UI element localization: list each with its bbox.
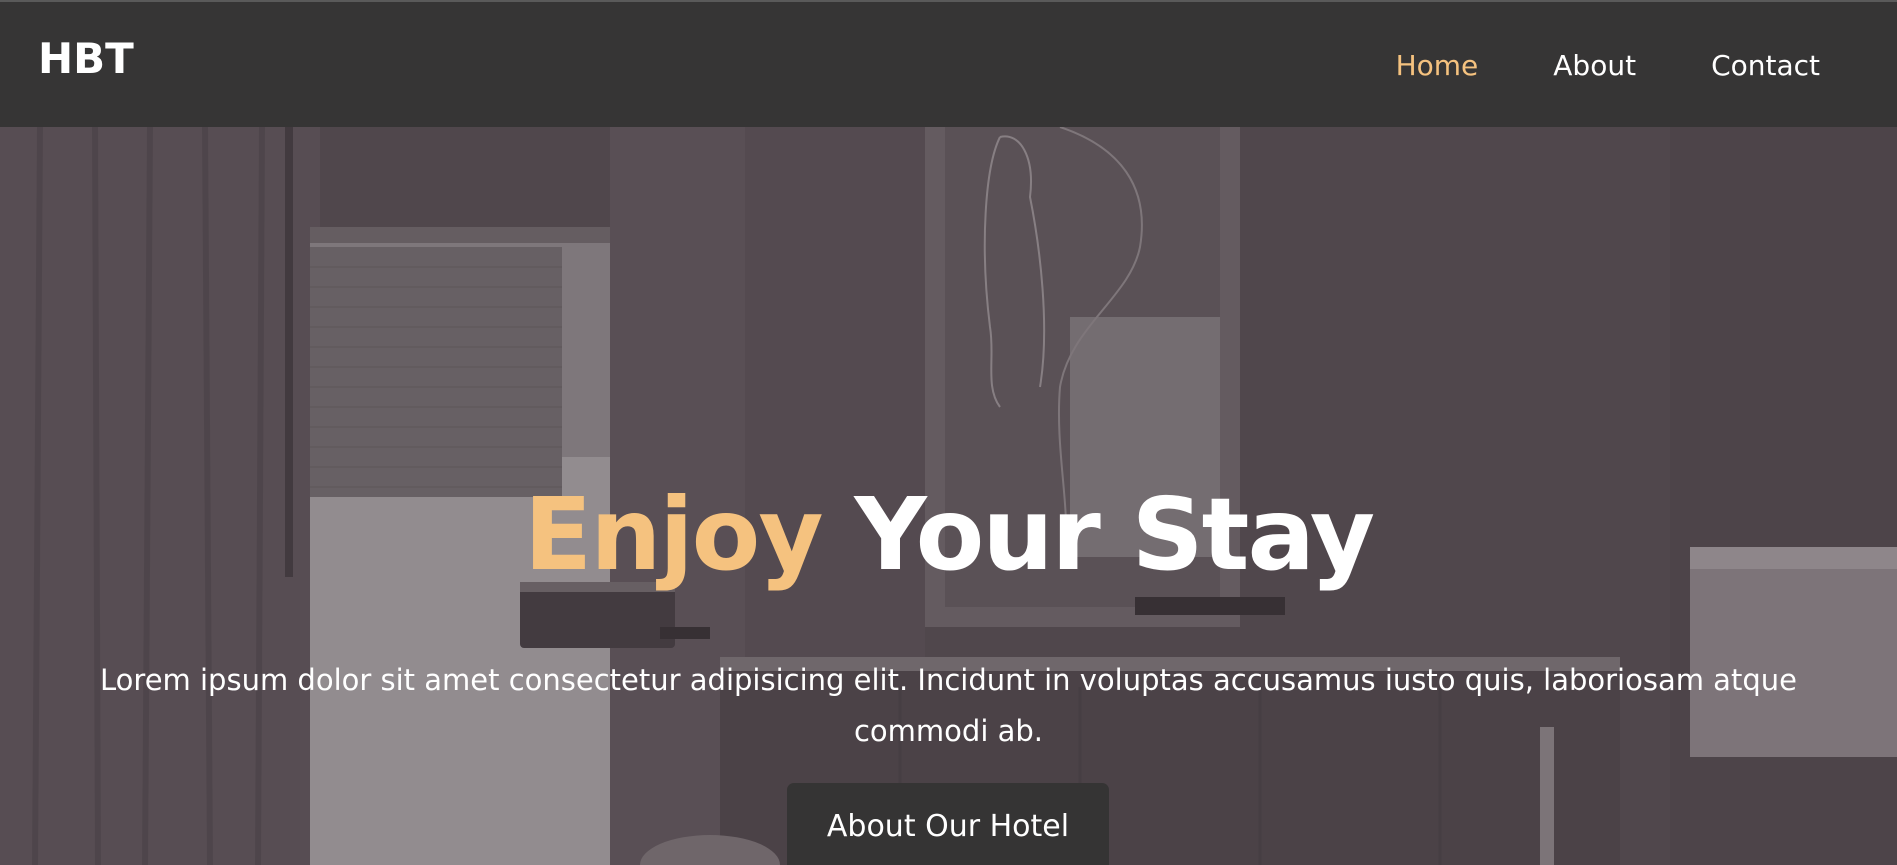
brand-logo[interactable]: HBT	[38, 32, 134, 86]
hero-title-accent: Enjoy	[523, 476, 824, 593]
nav-link-home[interactable]: Home	[1396, 46, 1479, 86]
about-hotel-button[interactable]: About Our Hotel	[787, 783, 1109, 865]
navbar: HBT Home About Contact	[0, 0, 1897, 127]
nav-link-about[interactable]: About	[1553, 46, 1636, 86]
hero-description: Lorem ipsum dolor sit amet consectetur a…	[100, 663, 1797, 748]
hero-title: Enjoy Your Stay	[0, 475, 1897, 595]
hero-section: Enjoy Your Stay Lorem ipsum dolor sit am…	[0, 127, 1897, 865]
hero-title-rest: Your Stay	[854, 476, 1375, 593]
nav-links: Home About Contact	[1321, 46, 1820, 86]
page: HBT Home About Contact Enjoy Your Stay L…	[0, 0, 1897, 865]
nav-link-contact[interactable]: Contact	[1711, 46, 1820, 86]
